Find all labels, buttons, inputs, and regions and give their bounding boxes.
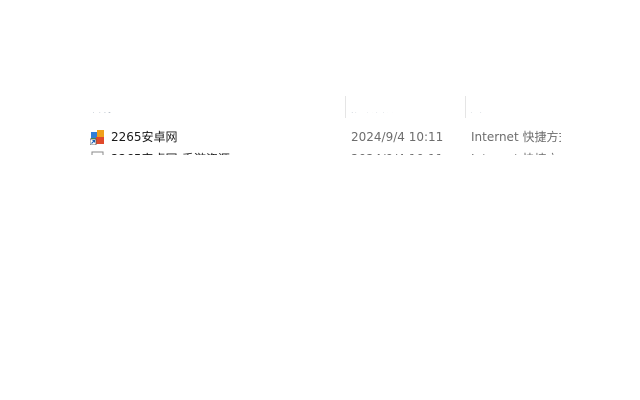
file-type: Internet 快捷方式 bbox=[471, 152, 561, 159]
file-name: 2265安卓网 bbox=[111, 130, 178, 144]
file-list: 2265安卓网 2024/9/4 10:11 Internet 快捷方式 226… bbox=[0, 127, 640, 159]
column-header-date[interactable]: 修改日期 bbox=[350, 112, 398, 118]
column-header-type[interactable]: 类型 bbox=[470, 112, 494, 118]
file-row[interactable]: 2265安卓网 2024/9/4 10:11 Internet 快捷方式 bbox=[84, 127, 604, 147]
file-date: 2024/9/4 10:11 bbox=[351, 130, 444, 144]
column-divider[interactable] bbox=[465, 96, 466, 118]
column-header-name[interactable]: 名称 bbox=[90, 112, 114, 118]
file-date: 2024/9/4 10:11 bbox=[351, 152, 444, 159]
internet-shortcut-icon bbox=[89, 129, 106, 146]
file-list-pane: 名称 修改日期 类型 2265安卓网 2024/9/4 10:11 Intern… bbox=[0, 0, 640, 400]
internet-shortcut-icon bbox=[90, 151, 106, 155]
file-type: Internet 快捷方式 bbox=[471, 130, 561, 144]
column-divider[interactable] bbox=[345, 96, 346, 118]
file-name: 2265安卓网-手游资源 bbox=[111, 152, 230, 159]
column-header: 名称 修改日期 类型 bbox=[0, 96, 640, 118]
file-row[interactable]: 2265安卓网-手游资源 2024/9/4 10:11 Internet 快捷方… bbox=[84, 149, 604, 159]
